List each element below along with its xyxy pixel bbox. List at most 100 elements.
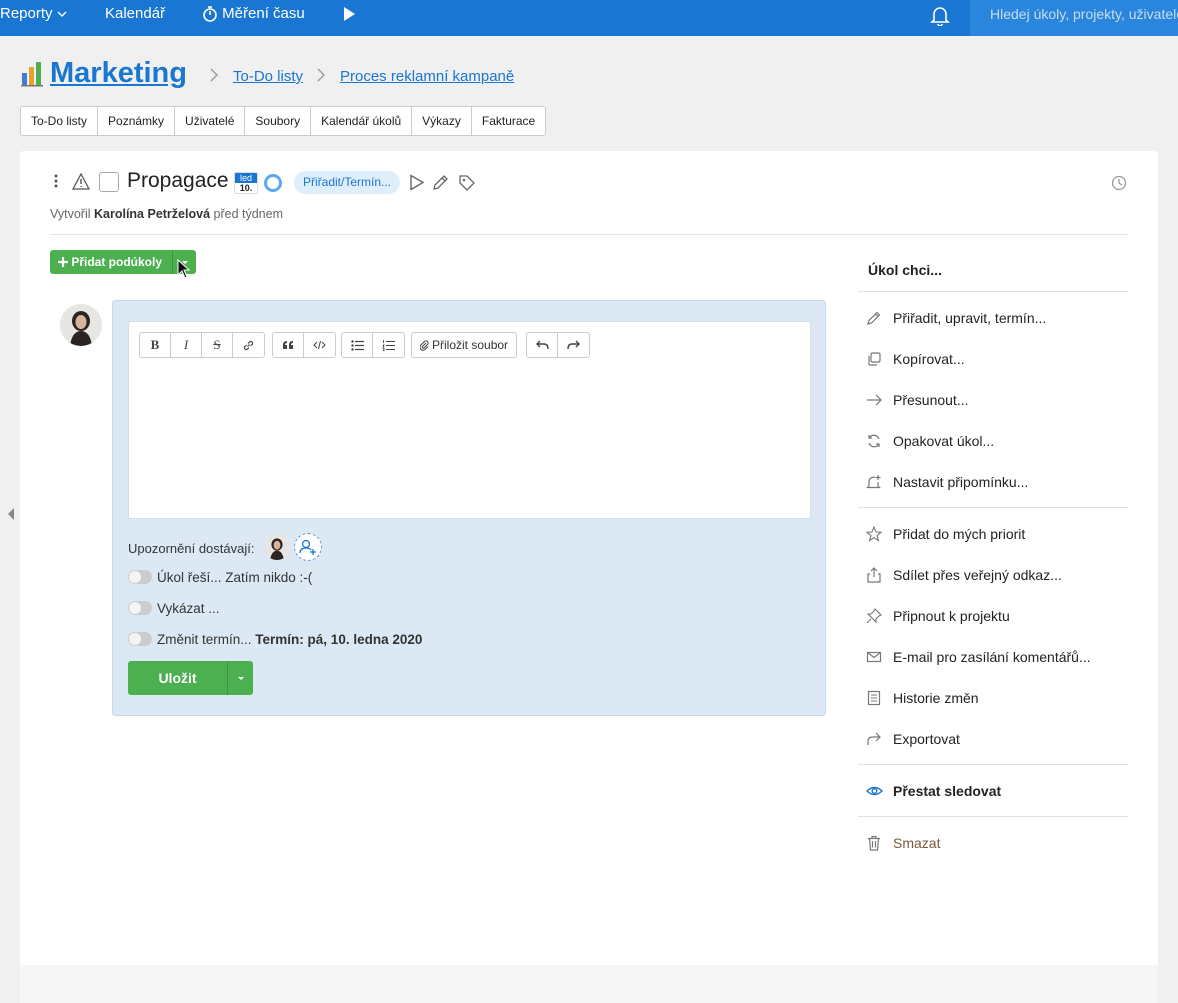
header-divider xyxy=(50,234,1128,235)
more-options-icon[interactable] xyxy=(53,173,59,189)
due-date-badge[interactable]: led 10. xyxy=(234,172,258,194)
history-icon xyxy=(865,689,883,707)
tab-todo-lists[interactable]: To-Do listy xyxy=(21,107,99,135)
deadline-toggle-row[interactable]: Změnit termín... Termín: pá, 10. ledna 2… xyxy=(128,630,422,648)
menu-item-label: Přesunout... xyxy=(893,392,969,408)
bullet-list-button[interactable] xyxy=(342,333,373,357)
bell-plus-icon xyxy=(865,473,883,491)
menu-item-copy[interactable]: Kopírovat... xyxy=(865,348,965,370)
menu-item-label: Nastavit připomínku... xyxy=(893,474,1029,490)
menu-item-history[interactable]: Historie změn xyxy=(865,687,979,709)
tab-notes[interactable]: Poznámky xyxy=(98,107,176,135)
add-subtasks-label: Přidat podúkoly xyxy=(71,255,163,269)
menu-item-share-public-link[interactable]: Sdílet přes veřejný odkaz... xyxy=(865,564,1062,586)
menu-item-reminder[interactable]: Nastavit připomínku... xyxy=(865,471,1028,493)
clock-icon[interactable] xyxy=(1111,175,1127,191)
timesheet-toggle-row[interactable]: Vykázat ... xyxy=(128,599,220,617)
list-toolbar-group xyxy=(341,332,405,358)
bullet-list-icon xyxy=(350,339,364,351)
start-timer-button[interactable] xyxy=(342,0,356,36)
deadline-toggle[interactable] xyxy=(128,632,152,646)
watcher-avatar[interactable] xyxy=(264,534,290,560)
block-toolbar-group xyxy=(272,332,336,358)
add-watcher-button[interactable] xyxy=(294,533,322,561)
due-date-day: 10. xyxy=(239,183,253,193)
menu-item-label: Přiřadit, upravit, termín... xyxy=(893,310,1047,326)
warning-icon[interactable] xyxy=(72,173,90,190)
task-complete-checkbox[interactable] xyxy=(99,172,119,192)
save-button[interactable]: Uložit xyxy=(128,661,253,695)
menu-item-unfollow[interactable]: Přestat sledovat xyxy=(865,780,1001,802)
created-info: Vytvořil Karolína Petrželová před týdnem xyxy=(50,207,283,221)
tab-task-calendar[interactable]: Kalendář úkolů xyxy=(311,107,413,135)
link-button[interactable] xyxy=(233,333,264,357)
menu-item-label: Kopírovat... xyxy=(893,351,965,367)
project-title: Marketing xyxy=(20,55,187,91)
nav-reporty[interactable]: Reporty xyxy=(0,0,67,36)
quote-button[interactable] xyxy=(273,333,304,357)
collapse-sidebar-icon[interactable] xyxy=(6,507,16,521)
assignee-toggle-label: Úkol řeší... xyxy=(157,569,222,585)
menu-item-label: Exportovat xyxy=(893,731,960,747)
pin-icon xyxy=(865,607,883,625)
italic-button[interactable]: I xyxy=(171,333,202,357)
notifications-bell-icon[interactable] xyxy=(929,4,951,26)
format-toolbar-group: B I S xyxy=(139,332,265,358)
tab-timesheets[interactable]: Výkazy xyxy=(412,107,472,135)
add-subtasks-button[interactable]: Přidat podúkoly xyxy=(50,250,196,274)
comment-editor[interactable]: B I S Přiložit soubor xyxy=(128,321,811,519)
caret-down-icon xyxy=(238,677,244,680)
pencil-icon[interactable] xyxy=(432,174,449,191)
bar-chart-logo-icon xyxy=(21,62,43,87)
breadcrumb-todo-list[interactable]: Proces reklamní kampaně xyxy=(340,68,514,85)
history-toolbar-group xyxy=(526,332,590,358)
star-icon xyxy=(865,525,883,543)
numbered-list-button[interactable] xyxy=(373,333,404,357)
undo-button[interactable] xyxy=(527,333,558,357)
nav-mereni-casu[interactable]: Měření času xyxy=(202,0,305,36)
tab-files[interactable]: Soubory xyxy=(245,107,312,135)
task-status-indicator[interactable] xyxy=(264,174,282,192)
menu-item-email-comments[interactable]: E-mail pro zasílání komentářů... xyxy=(865,646,1091,668)
assignee-toggle[interactable] xyxy=(128,570,152,584)
code-button[interactable] xyxy=(304,333,335,357)
timesheet-toggle[interactable] xyxy=(128,601,152,615)
menu-item-label: Přestat sledovat xyxy=(893,783,1002,799)
task-card: Propagace led 10. Přiřadit/Termín... Vyt… xyxy=(20,151,1158,1003)
nav-kalendar[interactable]: Kalendář xyxy=(105,0,165,36)
link-icon xyxy=(243,340,254,350)
redo-button[interactable] xyxy=(558,333,589,357)
menu-item-repeat[interactable]: Opakovat úkol... xyxy=(865,430,994,452)
card-footer xyxy=(20,965,1158,1003)
save-options-dropdown[interactable] xyxy=(227,661,253,695)
project-tabs: To-Do listy Poznámky Uživatelé Soubory K… xyxy=(20,106,547,136)
attach-toolbar-group: Přiložit soubor xyxy=(411,332,518,358)
menu-item-move[interactable]: Přesunout... xyxy=(865,389,969,411)
menu-item-delete[interactable]: Smazat xyxy=(865,832,940,854)
stopwatch-icon xyxy=(203,6,217,22)
tag-icon[interactable] xyxy=(458,174,476,192)
quote-icon xyxy=(283,341,293,349)
breadcrumb-todo-lists[interactable]: To-Do listy xyxy=(233,68,303,85)
bold-button[interactable]: B xyxy=(140,333,171,357)
assign-deadline-button[interactable]: Přiřadit/Termín... xyxy=(294,171,401,194)
strikethrough-button[interactable]: S xyxy=(202,333,233,357)
play-icon[interactable] xyxy=(409,174,425,191)
search-input[interactable] xyxy=(970,0,1178,28)
assignee-toggle-row[interactable]: Úkol řeší... Zatím nikdo :-( xyxy=(128,568,312,586)
user-photo-icon xyxy=(60,304,102,346)
project-link[interactable]: Marketing xyxy=(50,57,187,90)
mail-icon xyxy=(865,648,883,666)
menu-item-assign-edit[interactable]: Přiřadit, upravit, termín... xyxy=(865,307,1046,329)
due-date-month: led xyxy=(235,173,257,183)
tab-invoicing[interactable]: Fakturace xyxy=(472,107,545,135)
menu-item-priorities[interactable]: Přidat do mých priorit xyxy=(865,523,1025,545)
menu-item-export[interactable]: Exportovat xyxy=(865,728,960,750)
global-search xyxy=(970,0,1178,36)
tab-users[interactable]: Uživatelé xyxy=(175,107,246,135)
menu-item-pin[interactable]: Připnout k projektu xyxy=(865,605,1010,627)
menu-divider xyxy=(858,507,1128,508)
attach-file-button[interactable]: Přiložit soubor xyxy=(412,333,516,357)
actions-heading: Úkol chci... xyxy=(868,262,942,278)
nav-mereni-casu-label: Měření času xyxy=(222,5,305,22)
